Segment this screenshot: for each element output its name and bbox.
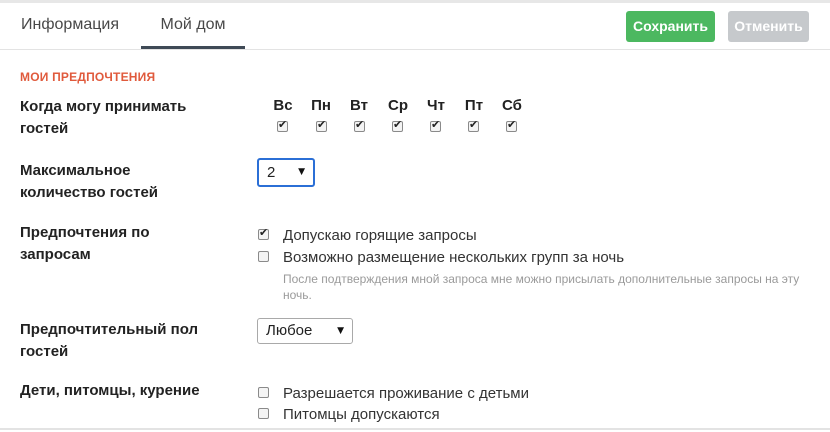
guest-days-label: Когда могу принимать гостей xyxy=(20,96,186,140)
guest-days-label-line1: Когда могу принимать xyxy=(20,98,187,115)
gender-pref-label: Предпочтительный пол гостей xyxy=(20,319,198,363)
gender-pref-label-line2: гостей xyxy=(20,343,69,360)
max-guests-label-line1: Максимальное xyxy=(20,162,131,179)
hot-requests-label: Допускаю горящие запросы xyxy=(283,227,477,244)
max-guests-select[interactable]: 2 ▼ xyxy=(257,158,315,187)
max-guests-label-line2: количество гостей xyxy=(20,184,159,201)
day-wed-label: Ср xyxy=(388,97,408,114)
day-mon-label: Пн xyxy=(311,97,331,114)
request-prefs-label: Предпочтения по запросам xyxy=(20,222,149,266)
day-fri-checkbox[interactable] xyxy=(468,118,479,132)
bottom-border xyxy=(0,428,830,430)
cancel-button[interactable]: Отменить xyxy=(728,11,809,42)
day-sun-label: Вс xyxy=(273,97,293,114)
tab-bar: Информация Мой дом Сохранить Отменить xyxy=(0,3,830,50)
chevron-down-icon: ▼ xyxy=(298,167,305,177)
day-fri-label: Пт xyxy=(464,97,484,114)
multi-groups-label: Возможно размещение нескольких групп за … xyxy=(283,249,625,266)
kids-allowed-checkbox[interactable] xyxy=(258,387,269,398)
guest-days-label-line2: гостей xyxy=(20,120,69,137)
save-button[interactable]: Сохранить xyxy=(626,11,715,42)
day-tue-checkbox[interactable] xyxy=(354,118,365,132)
chevron-down-icon: ▼ xyxy=(337,326,344,336)
pets-allowed-checkbox[interactable] xyxy=(258,408,269,419)
request-prefs-label-line1: Предпочтения по xyxy=(20,224,150,241)
gender-pref-value: Любое xyxy=(266,322,313,339)
day-mon-checkbox[interactable] xyxy=(316,118,327,132)
day-sun-checkbox[interactable] xyxy=(277,118,288,132)
tab-my-home[interactable]: Мой дом xyxy=(141,3,245,49)
hot-requests-checkbox[interactable] xyxy=(258,226,269,240)
section-title: МОИ ПРЕДПОЧТЕНИЯ xyxy=(20,70,156,84)
day-thu-label: Чт xyxy=(427,97,445,114)
kids-allowed-label: Разрешается проживание с детьми xyxy=(283,385,529,402)
multi-groups-hint: После подтверждения мной запроса мне мож… xyxy=(283,272,800,302)
max-guests-label: Максимальное количество гостей xyxy=(20,160,158,204)
multi-groups-checkbox[interactable] xyxy=(258,251,269,262)
gender-pref-label-line1: Предпочтительный пол xyxy=(20,321,199,338)
day-sat-label: Сб xyxy=(502,97,522,114)
tab-information[interactable]: Информация xyxy=(20,3,120,49)
pets-allowed-label: Питомцы допускаются xyxy=(283,406,440,423)
day-thu-checkbox[interactable] xyxy=(430,118,441,132)
request-prefs-label-line2: запросам xyxy=(20,246,91,263)
max-guests-value: 2 xyxy=(267,164,276,181)
gender-pref-select[interactable]: Любое ▼ xyxy=(257,318,353,344)
day-sat-checkbox[interactable] xyxy=(506,118,517,132)
day-tue-label: Вт xyxy=(350,97,368,114)
day-wed-checkbox[interactable] xyxy=(392,118,403,132)
kids-pets-label: Дети, питомцы, курение xyxy=(20,382,200,399)
